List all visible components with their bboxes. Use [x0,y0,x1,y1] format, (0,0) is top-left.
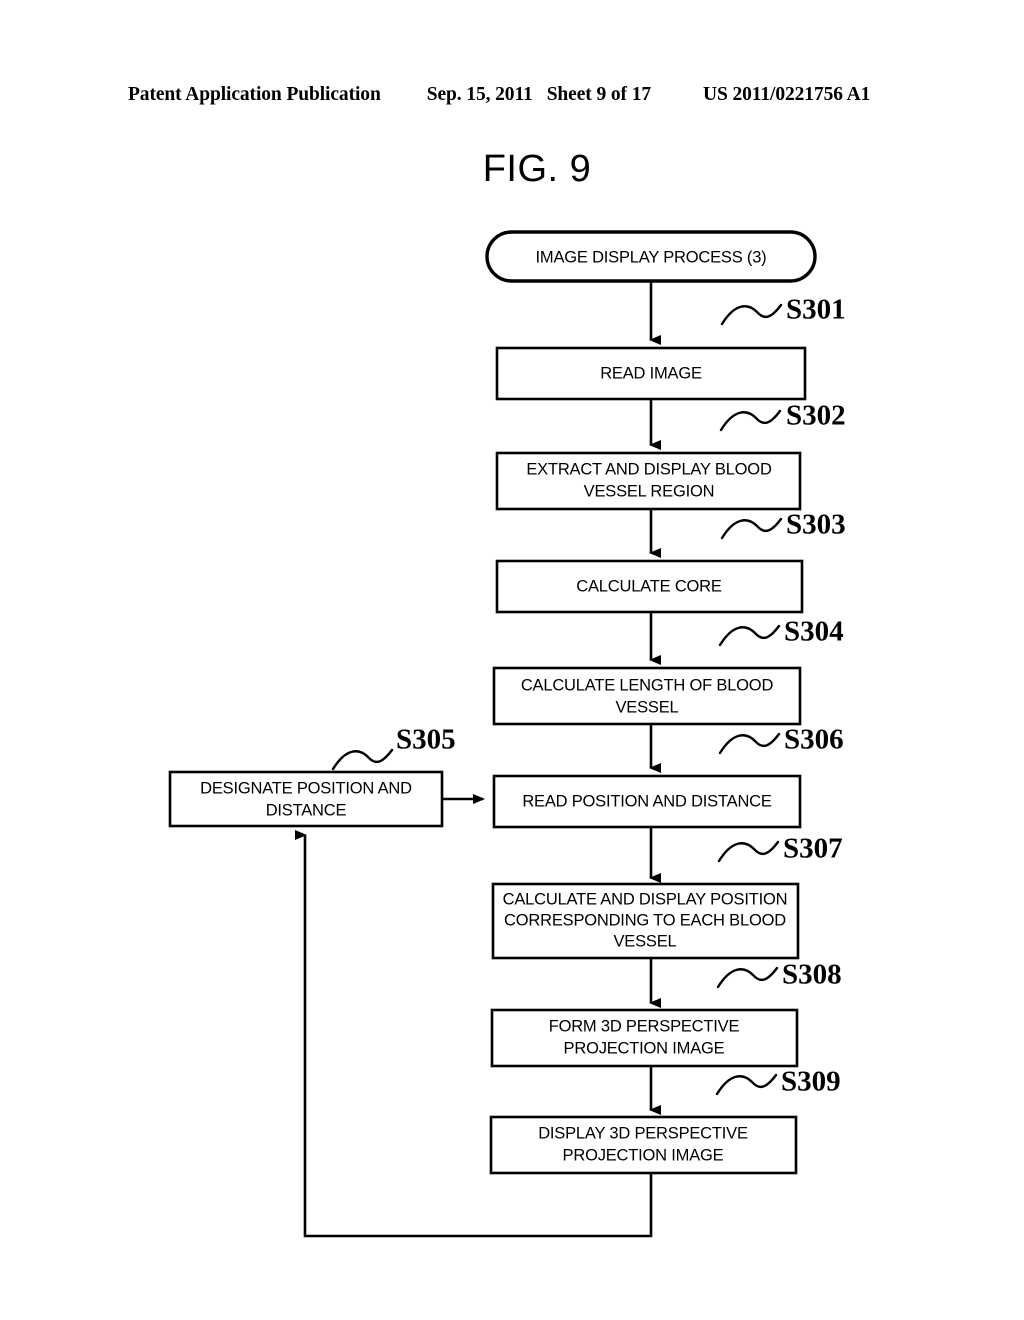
leader-line-s309 [715,1073,778,1096]
terminal-label: IMAGE DISPLAY PROCESS (3) [536,248,767,266]
leader-line-s301 [720,303,783,326]
node-s302[interactable]: EXTRACT AND DISPLAY BLOOD VESSEL REGION [495,451,802,511]
node-s308[interactable]: FORM 3D PERSPECTIVE PROJECTION IMAGE [490,1008,799,1068]
step-label-s309-group: S309 [715,1066,841,1098]
node-s309-label-line2: PROJECTION IMAGE [563,1146,724,1164]
flow-connectors [295,281,661,1238]
step-label-s306: S306 [784,724,844,756]
step-label-s304-group: S304 [718,616,844,648]
step-label-s301-group: S301 [720,294,846,326]
node-s308-label-line2: PROJECTION IMAGE [564,1039,725,1057]
step-label-s306-group: S306 [718,724,844,756]
step-label-s303-group: S303 [720,509,846,541]
leader-line-s305 [331,748,394,771]
node-s309[interactable]: DISPLAY 3D PERSPECTIVE PROJECTION IMAGE [489,1115,798,1175]
node-s302-label-line2: VESSEL REGION [584,482,715,500]
node-s307-label-line2: CORRESPONDING TO EACH BLOOD [504,911,786,929]
node-s302-label-line1: EXTRACT AND DISPLAY BLOOD [526,460,772,478]
node-s305-label-line2: DISTANCE [266,801,347,819]
leader-line-s308 [716,966,779,989]
leader-line-s302 [719,409,782,432]
node-s303-label: CALCULATE CORE [576,577,722,595]
node-s301-label: READ IMAGE [600,364,702,382]
node-s309-label-line1: DISPLAY 3D PERSPECTIVE [538,1124,748,1142]
node-s307[interactable]: CALCULATE AND DISPLAY POSITION CORRESPON… [491,882,800,960]
step-label-s308-group: S308 [716,959,842,991]
flowchart-diagram: IMAGE DISPLAY PROCESS (3) READ IMAGE S30… [168,230,846,1238]
step-label-s307: S307 [783,833,843,865]
node-s304-label-line2: VESSEL [615,698,678,716]
leader-line-s307 [717,840,780,863]
step-label-s305-group: S305 [331,724,456,771]
node-s304-label-line1: CALCULATE LENGTH OF BLOOD [521,676,774,694]
node-s308-label-line1: FORM 3D PERSPECTIVE [549,1017,740,1035]
step-label-s308: S308 [782,959,842,991]
step-label-s305: S305 [396,724,456,756]
node-s304[interactable]: CALCULATE LENGTH OF BLOOD VESSEL [492,666,802,726]
node-s305-label-line1: DESIGNATE POSITION AND [200,779,412,797]
step-label-s303: S303 [786,509,846,541]
leader-line-s306 [718,732,781,755]
step-label-s304: S304 [784,616,844,648]
node-s306-label: READ POSITION AND DISTANCE [522,792,772,810]
node-s307-label-line3: VESSEL [613,932,676,950]
step-label-s309: S309 [781,1066,841,1098]
step-label-s302: S302 [786,400,846,432]
node-s307-label-line1: CALCULATE AND DISPLAY POSITION [503,890,788,908]
step-label-s307-group: S307 [717,833,843,865]
node-s305[interactable]: DESIGNATE POSITION AND DISTANCE [168,770,444,828]
node-s303[interactable]: CALCULATE CORE [495,559,804,614]
leader-line-s303 [720,517,783,540]
node-terminal-image-display-process[interactable]: IMAGE DISPLAY PROCESS (3) [485,230,817,283]
step-label-s301: S301 [786,294,846,326]
leader-line-s304 [718,624,781,647]
node-s301[interactable]: READ IMAGE [495,346,807,401]
node-s306[interactable]: READ POSITION AND DISTANCE [492,774,802,829]
step-label-s302-group: S302 [719,400,846,432]
